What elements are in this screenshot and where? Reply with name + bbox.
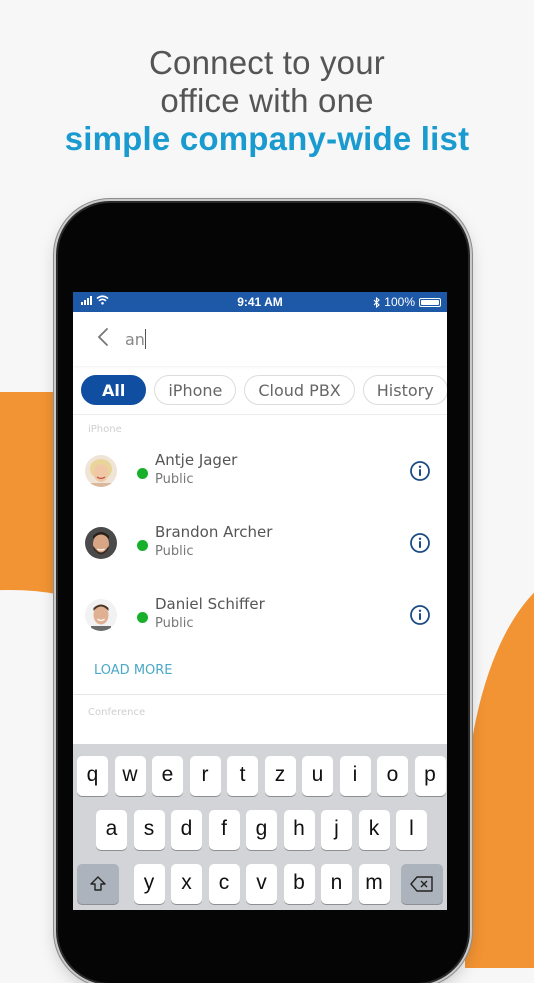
load-more-button[interactable]: LOAD MORE	[73, 653, 447, 695]
filter-chip-history[interactable]: History	[362, 375, 447, 405]
contact-name: Daniel Schiffer	[155, 595, 265, 613]
text-caret	[145, 329, 146, 349]
key-g[interactable]: g	[246, 810, 277, 850]
key-w[interactable]: w	[114, 756, 146, 796]
phone-screen: 9:41 AM 100% All iPhone Cloud PBX Histor…	[73, 292, 447, 910]
backspace-icon	[410, 876, 433, 892]
key-e[interactable]: e	[152, 756, 183, 796]
search-input[interactable]	[125, 328, 405, 350]
contact-subtitle: Public	[155, 544, 194, 559]
status-bar: 9:41 AM 100%	[73, 292, 447, 312]
promo-headline: Connect to your office with one simple c…	[0, 44, 534, 158]
key-a[interactable]: a	[96, 810, 127, 850]
presence-indicator-online	[137, 612, 148, 623]
contact-row[interactable]: Brandon Archer Public	[73, 509, 447, 581]
orange-decoration-right	[465, 568, 534, 968]
info-icon[interactable]	[409, 460, 431, 482]
bluetooth-icon	[373, 296, 381, 308]
key-d[interactable]: d	[171, 810, 202, 850]
delete-key[interactable]	[401, 864, 443, 904]
avatar	[85, 599, 117, 631]
keyboard-row-2: a s d f g h j k l	[73, 810, 447, 850]
section-header-iphone: iPhone	[88, 424, 122, 435]
keyboard: q w e r t z u i o p a s d f g h j k l y …	[73, 744, 447, 910]
contact-row[interactable]: Antje Jager Public	[73, 437, 447, 509]
key-s[interactable]: s	[133, 810, 165, 850]
battery-icon	[419, 297, 441, 307]
battery-percent: 100%	[384, 295, 415, 309]
key-l[interactable]: l	[396, 810, 427, 850]
key-z[interactable]: z	[264, 756, 296, 796]
key-h[interactable]: h	[283, 810, 315, 850]
key-n[interactable]: n	[321, 864, 352, 904]
headline-accent: simple company-wide list	[64, 120, 470, 157]
contact-row[interactable]: Daniel Schiffer Public	[73, 581, 447, 653]
keyboard-row-3: y x c v b n m	[73, 864, 447, 904]
info-icon[interactable]	[409, 604, 431, 626]
avatar	[85, 455, 117, 487]
filter-chip-all[interactable]: All	[81, 375, 147, 405]
section-header-conference: Conference	[88, 707, 146, 718]
keyboard-row-1: q w e r t z u i o p	[73, 756, 447, 796]
contact-name: Brandon Archer	[155, 523, 273, 541]
key-i[interactable]: i	[339, 756, 371, 796]
presence-indicator-online	[137, 540, 148, 551]
shift-key[interactable]	[77, 864, 119, 904]
headline-line-1: Connect to your	[149, 44, 385, 81]
headline-line-2: office with one	[160, 82, 374, 119]
key-x[interactable]: x	[171, 864, 202, 904]
key-j[interactable]: j	[321, 810, 352, 850]
key-q[interactable]: q	[77, 756, 108, 796]
key-p[interactable]: p	[414, 756, 446, 796]
info-icon[interactable]	[409, 532, 431, 554]
chevron-left-icon[interactable]	[93, 326, 115, 348]
key-b[interactable]: b	[283, 864, 315, 904]
key-k[interactable]: k	[358, 810, 390, 850]
key-r[interactable]: r	[189, 756, 221, 796]
filter-chips: All iPhone Cloud PBX History B	[73, 366, 447, 415]
key-u[interactable]: u	[302, 756, 333, 796]
avatar	[85, 527, 117, 559]
key-t[interactable]: t	[227, 756, 258, 796]
key-f[interactable]: f	[208, 810, 240, 850]
contact-subtitle: Public	[155, 616, 194, 631]
shift-icon	[90, 876, 106, 891]
key-o[interactable]: o	[377, 756, 408, 796]
filter-chip-cloud-pbx[interactable]: Cloud PBX	[244, 375, 355, 405]
presence-indicator-online	[137, 468, 148, 479]
contact-subtitle: Public	[155, 472, 194, 487]
filter-chip-iphone[interactable]: iPhone	[154, 375, 237, 405]
contact-name: Antje Jager	[155, 451, 238, 469]
key-y[interactable]: y	[133, 864, 165, 904]
search-bar	[73, 312, 447, 366]
key-v[interactable]: v	[246, 864, 277, 904]
key-c[interactable]: c	[208, 864, 240, 904]
key-m[interactable]: m	[358, 864, 390, 904]
